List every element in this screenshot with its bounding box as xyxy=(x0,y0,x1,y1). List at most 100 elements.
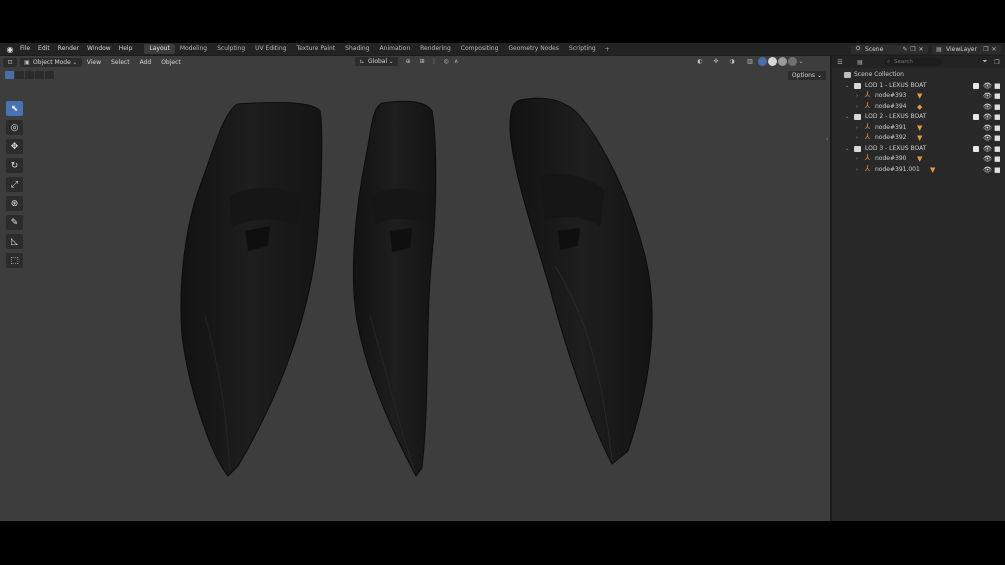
rendered-shading-icon[interactable] xyxy=(788,57,797,66)
boat-models[interactable] xyxy=(0,56,830,521)
tab-scripting[interactable]: Scripting xyxy=(564,44,601,54)
tab-layout[interactable]: Layout xyxy=(144,44,175,54)
menu-render[interactable]: Render xyxy=(54,43,83,55)
xray-icon[interactable]: ▥ xyxy=(746,58,754,66)
object-row[interactable]: › ⅄ node#390 ▼ 👁 ■ xyxy=(832,153,1005,165)
solid-shading-icon[interactable] xyxy=(768,57,777,66)
chevron-right-icon[interactable]: › xyxy=(856,165,858,176)
select-subtract-icon[interactable] xyxy=(25,71,34,79)
new-scene-icon[interactable]: ❐ xyxy=(909,45,917,53)
eye-icon[interactable]: 👁 xyxy=(983,102,992,113)
eye-icon[interactable]: 👁 xyxy=(983,144,992,155)
add-workspace-icon[interactable]: + xyxy=(601,46,614,53)
eye-icon[interactable]: 👁 xyxy=(983,133,992,144)
transform-tool-icon[interactable]: ⊛ xyxy=(6,196,23,211)
boat-lod1[interactable] xyxy=(180,101,323,477)
blender-logo-icon[interactable]: ◉ xyxy=(4,43,16,55)
tab-geometry-nodes[interactable]: Geometry Nodes xyxy=(503,44,564,54)
chevron-down-icon[interactable]: ⌄ xyxy=(797,58,805,66)
object-mode-select[interactable]: ▣ Object Mode ⌄ xyxy=(20,57,82,67)
eye-icon[interactable]: 👁 xyxy=(983,81,992,92)
chevron-right-icon[interactable]: › xyxy=(856,154,858,165)
collection-row[interactable]: ⌄ LOD 1 - LEXUS BOAT 👁 ■ xyxy=(832,81,1005,92)
new-view-layer-icon[interactable]: ❐ xyxy=(982,45,990,53)
camera-icon[interactable]: ■ xyxy=(994,112,1001,123)
select-box-tool-icon[interactable]: ⬉ xyxy=(6,101,23,116)
view-layer-selector[interactable]: ▤ ViewLayer ❐ ✕ xyxy=(932,44,1001,54)
measure-tool-icon[interactable]: ◺ xyxy=(6,234,23,249)
eye-icon[interactable]: 👁 xyxy=(983,154,992,165)
object-row[interactable]: › ⅄ node#392 ▼ 👁 ■ xyxy=(832,132,1005,144)
add-cube-tool-icon[interactable]: ⬚ xyxy=(6,253,23,268)
chevron-down-icon[interactable]: ⌄ xyxy=(845,81,849,92)
sidebar-toggle-icon[interactable]: ‹ xyxy=(826,136,828,143)
eye-icon[interactable]: 👁 xyxy=(983,123,992,134)
tab-modeling[interactable]: Modeling xyxy=(175,44,212,54)
falloff-icon[interactable]: ∧ xyxy=(452,58,460,66)
outliner-editor-type-icon[interactable]: ☰ xyxy=(836,58,844,66)
snap-target-icon[interactable]: ⋮ xyxy=(430,58,438,66)
editor-type-button[interactable]: ⊡ xyxy=(3,57,17,67)
material-shading-icon[interactable] xyxy=(778,57,787,66)
outliner-search-input[interactable]: ⌕ Search xyxy=(884,58,942,66)
overlay-icon[interactable]: ◑ xyxy=(728,58,736,66)
chevron-right-icon[interactable]: › xyxy=(856,123,858,134)
select-new-icon[interactable] xyxy=(5,71,14,79)
select-invert-icon[interactable] xyxy=(35,71,44,79)
collection-row[interactable]: ⌄ LOD 3 - LEXUS BOAT 👁 ■ xyxy=(832,144,1005,155)
boat-lod2[interactable] xyxy=(352,100,437,477)
chevron-down-icon[interactable]: ⌄ xyxy=(845,112,849,123)
camera-icon[interactable]: ■ xyxy=(994,123,1001,134)
tab-shading[interactable]: Shading xyxy=(340,44,374,54)
pivot-icon[interactable]: ⊕ xyxy=(404,58,412,66)
exclude-checkbox[interactable] xyxy=(973,114,979,120)
cursor-tool-icon[interactable]: ◎ xyxy=(6,120,23,135)
exclude-checkbox[interactable] xyxy=(973,145,979,152)
chevron-right-icon[interactable]: › xyxy=(856,91,858,102)
filter-icon[interactable]: ⏷ xyxy=(981,58,989,66)
scene-selector[interactable]: ⛭ Scene ✎ ❐ ✕ xyxy=(851,44,928,54)
select-intersect-icon[interactable] xyxy=(45,71,54,79)
tab-compositing[interactable]: Compositing xyxy=(456,44,504,54)
tab-rendering[interactable]: Rendering xyxy=(415,44,456,54)
menu-view[interactable]: View xyxy=(82,59,106,66)
new-collection-icon[interactable]: ❐ xyxy=(993,58,1001,66)
camera-icon[interactable]: ■ xyxy=(994,165,1001,176)
orientation-select[interactable]: ⊾ Global ⌄ xyxy=(355,57,399,66)
collection-row[interactable]: ⌄ LOD 2 - LEXUS BOAT 👁 ■ xyxy=(832,112,1005,123)
gizmo-icon[interactable]: ✜ xyxy=(712,58,720,66)
camera-icon[interactable]: ■ xyxy=(994,102,1001,113)
tab-animation[interactable]: Animation xyxy=(375,44,416,54)
menu-help[interactable]: Help xyxy=(115,43,137,55)
snap-icon[interactable]: ⊞ xyxy=(418,58,426,66)
camera-icon[interactable]: ■ xyxy=(994,144,1001,155)
menu-add[interactable]: Add xyxy=(135,59,157,66)
annotate-tool-icon[interactable]: ✎ xyxy=(6,215,23,230)
display-mode-icon[interactable]: ▤ xyxy=(856,58,864,66)
exclude-checkbox[interactable] xyxy=(973,82,979,89)
tab-texture-paint[interactable]: Texture Paint xyxy=(291,44,340,54)
chevron-right-icon[interactable]: › xyxy=(856,133,858,144)
boat-lod3[interactable] xyxy=(509,97,653,465)
options-button[interactable]: Options ⌄ xyxy=(787,71,826,80)
chevron-right-icon[interactable]: › xyxy=(856,102,858,113)
proportional-edit-icon[interactable]: ◎ xyxy=(442,58,450,66)
3d-viewport[interactable]: ⊡ ▣ Object Mode ⌄ View Select Add Object… xyxy=(0,56,830,521)
object-row[interactable]: › ⅄ node#391.001 ▼ 👁 ■ xyxy=(832,164,1005,176)
object-row[interactable]: › ⅄ node#393 ▼ 👁 ■ xyxy=(832,90,1005,102)
rotate-tool-icon[interactable]: ↻ xyxy=(6,158,23,173)
object-row[interactable]: › ⅄ node#391 ▼ 👁 ■ xyxy=(832,122,1005,134)
menu-file[interactable]: File xyxy=(16,43,34,55)
pin-icon[interactable]: ✎ xyxy=(901,45,909,53)
select-extend-icon[interactable] xyxy=(15,71,24,79)
menu-object[interactable]: Object xyxy=(156,59,186,66)
chevron-down-icon[interactable]: ⌄ xyxy=(845,144,849,155)
camera-icon[interactable]: ■ xyxy=(994,91,1001,102)
eye-icon[interactable]: 👁 xyxy=(983,112,992,123)
wireframe-shading-icon[interactable] xyxy=(758,57,767,66)
scale-tool-icon[interactable]: ⤢ xyxy=(6,177,23,192)
eye-icon[interactable]: 👁 xyxy=(983,91,992,102)
tab-uv-editing[interactable]: UV Editing xyxy=(250,44,291,54)
menu-window[interactable]: Window xyxy=(83,43,115,55)
visibility-icon[interactable]: ◐ xyxy=(696,58,704,66)
